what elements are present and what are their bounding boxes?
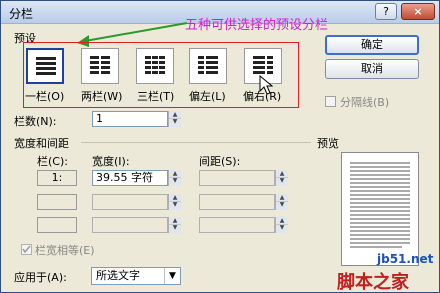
spacing-spinner: ▲ ▼ [275, 170, 288, 186]
left-columns-icon [198, 56, 218, 74]
equal-width-label: 栏宽相等(E) [35, 244, 95, 257]
spacing-spinner: ▲ ▼ [275, 194, 288, 210]
columns-dialog: 分栏 ? × 五种可供选择的预设分栏 预设 一栏(O) 两栏(W) 三栏(T) … [0, 0, 440, 293]
apply-to-select[interactable]: 所选文字 ▼ [91, 267, 181, 285]
watermark-url: jb51.net [377, 252, 434, 266]
preset-two-columns-label: 两栏(W) [81, 90, 123, 103]
spin-down-icon[interactable]: ▼ [169, 177, 181, 184]
col-number-cell: 1: [37, 170, 77, 186]
preview-page-lines [350, 162, 410, 248]
preset-left-label: 偏左(L) [189, 90, 226, 103]
cancel-button[interactable]: 取消 [325, 59, 419, 79]
preset-one-column-label: 一栏(O) [25, 90, 65, 103]
spin-down-icon: ▼ [279, 177, 285, 184]
spin-down-icon: ▼ [279, 224, 285, 231]
preview-label: 预览 [317, 137, 339, 150]
columns-count-spinner[interactable]: ▲ ▼ [168, 111, 181, 127]
separator-checkbox[interactable] [325, 96, 336, 107]
dialog-title: 分栏 [9, 7, 34, 21]
preset-left[interactable] [189, 48, 227, 84]
mouse-cursor-icon [259, 75, 273, 95]
preset-two-columns[interactable] [81, 48, 119, 84]
width-input [92, 194, 168, 210]
width-spinner: ▲ ▼ [168, 194, 181, 210]
equal-width-checkbox[interactable] [21, 244, 32, 255]
close-button[interactable]: × [401, 3, 435, 20]
width-input [92, 217, 168, 233]
spacing-input [199, 170, 275, 186]
width-spinner: ▲ ▼ [168, 217, 181, 233]
preset-one-column[interactable] [26, 48, 64, 84]
col-number-cell [37, 194, 77, 210]
apply-to-label: 应用于(A): [14, 271, 67, 284]
width-spinner[interactable]: ▲ ▼ [168, 170, 181, 186]
width-header: 宽度(I): [92, 155, 130, 168]
annotation-text: 五种可供选择的预设分栏 [185, 18, 329, 33]
spin-down-icon[interactable]: ▼ [169, 118, 181, 125]
columns-count-input[interactable]: 1 [92, 111, 168, 127]
spin-down-icon: ▼ [172, 224, 178, 231]
spacing-spinner: ▲ ▼ [275, 217, 288, 233]
preset-three-columns[interactable] [136, 48, 174, 84]
preset-three-columns-label: 三栏(T) [137, 90, 175, 103]
apply-to-value: 所选文字 [96, 269, 140, 282]
col-number-cell [37, 217, 77, 233]
two-columns-icon [90, 56, 110, 74]
help-button[interactable]: ? [375, 3, 397, 20]
watermark-brand: 脚本之家 [337, 272, 409, 293]
spacing-input [199, 217, 275, 233]
spin-down-icon: ▼ [172, 201, 178, 208]
columns-count-label: 栏数(N): [14, 115, 57, 128]
preview-pane [341, 152, 419, 266]
spacing-input [199, 194, 275, 210]
spacing-header: 间距(S): [199, 155, 241, 168]
one-column-icon [36, 57, 56, 75]
checkmark-icon [22, 245, 31, 254]
three-columns-icon [145, 56, 165, 74]
width-input[interactable]: 39.55 字符 [92, 170, 168, 186]
spin-down-icon: ▼ [279, 201, 285, 208]
separator-label: 分隔线(B) [340, 96, 390, 109]
col-header: 栏(C): [37, 155, 68, 168]
width-spacing-divider [81, 142, 311, 143]
width-spacing-section-label: 宽度和间距 [14, 137, 69, 150]
chevron-down-icon[interactable]: ▼ [164, 268, 180, 284]
ok-button[interactable]: 确定 [325, 35, 419, 55]
